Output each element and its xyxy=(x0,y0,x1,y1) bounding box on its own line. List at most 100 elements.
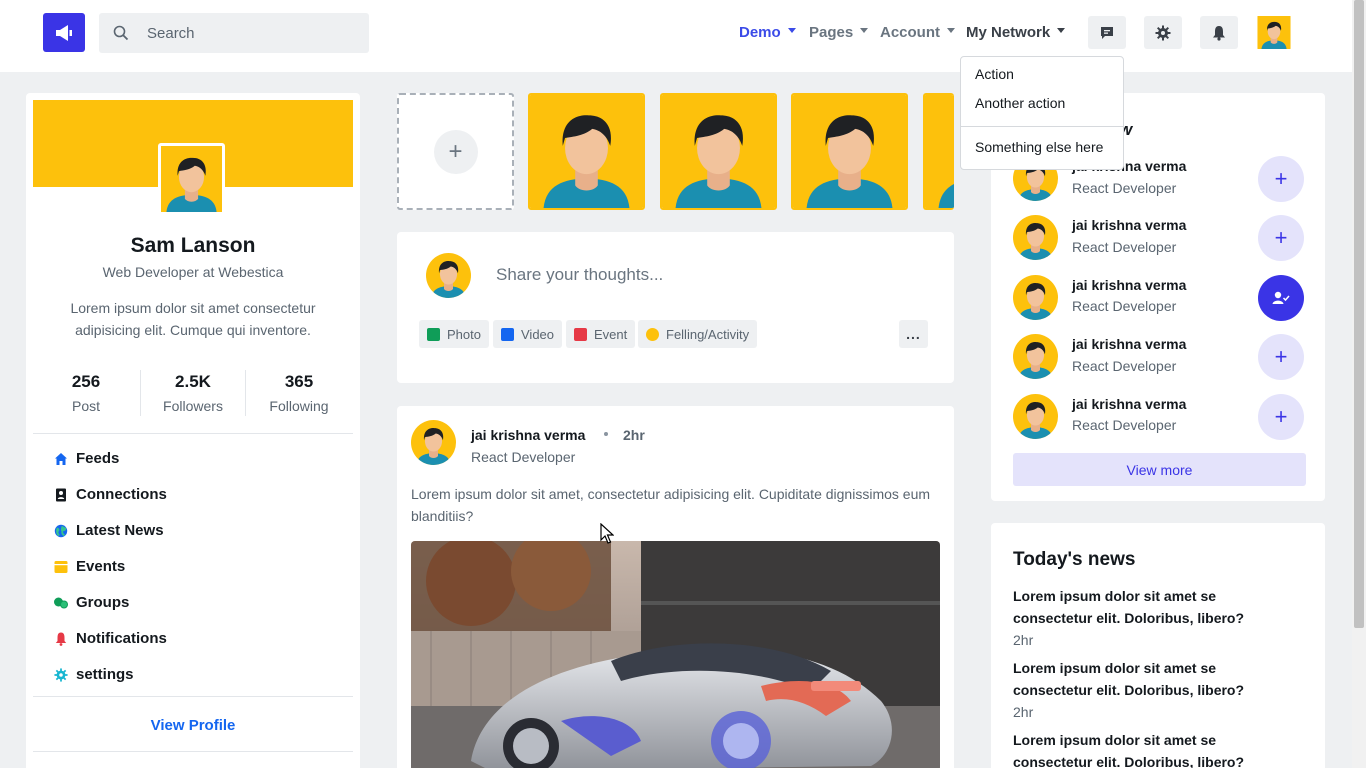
stat-posts: 256 Post xyxy=(71,372,101,414)
groups-icon xyxy=(53,595,69,611)
globe-icon xyxy=(53,523,69,539)
plus-icon: + xyxy=(433,129,478,174)
person-name[interactable]: jai krishna verma xyxy=(1072,396,1186,412)
sidebar-item-connections[interactable]: Connections xyxy=(53,486,167,503)
avatar[interactable] xyxy=(411,420,456,465)
story-item[interactable] xyxy=(923,93,954,210)
share-card xyxy=(397,232,954,383)
profile-name[interactable]: Sam Lanson xyxy=(26,234,360,258)
post-author[interactable]: jai krishna verma xyxy=(471,427,585,443)
nav-demo[interactable]: Demo xyxy=(739,0,796,64)
following-button[interactable] xyxy=(1258,275,1304,321)
stat-following: 365 Following xyxy=(269,372,329,414)
messages-button[interactable] xyxy=(1088,16,1126,49)
avatar[interactable] xyxy=(1013,394,1058,439)
search-input[interactable]: Search xyxy=(147,25,195,42)
profile-avatar[interactable] xyxy=(158,143,225,215)
bell-icon xyxy=(1213,25,1225,41)
user-check-icon xyxy=(1272,291,1290,304)
event-button[interactable]: Event xyxy=(566,320,636,348)
profile-divider xyxy=(33,696,353,697)
avatar[interactable] xyxy=(1013,334,1058,379)
mouse-cursor xyxy=(600,523,614,544)
avatar[interactable] xyxy=(1013,215,1058,260)
sidebar-item-feeds[interactable]: Feeds xyxy=(53,450,119,467)
home-icon xyxy=(53,451,69,467)
story-item[interactable] xyxy=(528,93,645,210)
sidebar-item-settings[interactable]: settings xyxy=(53,666,134,683)
settings-button[interactable] xyxy=(1144,16,1182,49)
person-role: React Developer xyxy=(1072,298,1177,314)
user-avatar[interactable] xyxy=(1255,16,1293,49)
profile-role: Web Developer at Webestica xyxy=(102,264,284,280)
nav-my-network[interactable]: My Network xyxy=(966,0,1066,64)
chevron-down-icon xyxy=(860,27,869,33)
share-input[interactable]: Share your thoughts... xyxy=(496,265,663,285)
megaphone-icon xyxy=(56,24,72,41)
separator-dot xyxy=(604,432,608,436)
avatar[interactable] xyxy=(426,253,471,298)
sidebar-item-groups[interactable]: Groups xyxy=(53,594,129,611)
person-name[interactable]: jai krishna verma xyxy=(1072,336,1186,352)
stat-divider xyxy=(245,370,246,416)
more-options-button[interactable]: ... xyxy=(899,320,928,348)
nav-account[interactable]: Account xyxy=(880,0,955,64)
dropdown-item-action[interactable]: Action xyxy=(975,66,1014,82)
news-headline[interactable]: Lorem ipsum dolor sit amet se consectetu… xyxy=(1013,585,1293,629)
search-bar[interactable]: Search xyxy=(99,13,369,53)
nav-pages[interactable]: Pages xyxy=(809,0,869,64)
plus-icon: + xyxy=(1274,166,1288,191)
video-button[interactable]: Video xyxy=(493,320,563,348)
profile-bio: Lorem ipsum dolor sit amet consectetur a… xyxy=(70,300,316,338)
avatar[interactable] xyxy=(1013,275,1058,320)
person-name[interactable]: jai krishna verma xyxy=(1072,217,1186,233)
smiley-icon xyxy=(646,327,659,341)
news-title: Today's news xyxy=(1013,549,1136,570)
person-role: React Developer xyxy=(1072,417,1177,433)
story-item[interactable] xyxy=(791,93,908,210)
brand-logo[interactable] xyxy=(43,13,85,52)
news-time: 2hr xyxy=(1013,704,1034,720)
follow-button[interactable]: + xyxy=(1258,156,1304,202)
chevron-down-icon xyxy=(787,27,796,33)
post-image[interactable] xyxy=(411,541,940,768)
chat-icon xyxy=(1101,26,1113,39)
chevron-down-icon xyxy=(947,27,955,33)
dropdown-item-another-action[interactable]: Another action xyxy=(975,95,1065,111)
scrollbar-thumb[interactable] xyxy=(1354,0,1364,628)
news-headline[interactable]: Lorem ipsum dolor sit amet se consectetu… xyxy=(1013,729,1293,768)
gear-icon xyxy=(1155,25,1171,40)
calendar-icon xyxy=(53,559,69,575)
story-item[interactable] xyxy=(660,93,777,210)
person-role: React Developer xyxy=(1072,239,1177,255)
person-role: React Developer xyxy=(1072,358,1177,374)
dropdown-item-something-else[interactable]: Something else here xyxy=(975,139,1103,155)
add-story-button[interactable]: + xyxy=(397,93,514,210)
plus-icon: + xyxy=(1274,344,1288,369)
follow-button[interactable]: + xyxy=(1258,215,1304,261)
video-icon xyxy=(501,327,514,341)
sidebar-item-latest-news[interactable]: Latest News xyxy=(53,522,164,539)
follow-button[interactable]: + xyxy=(1258,394,1304,440)
view-more-button[interactable]: View more xyxy=(1013,453,1306,486)
post-author-role: React Developer xyxy=(471,449,576,465)
sidebar-item-notifications[interactable]: Notifications xyxy=(53,630,167,647)
person-name[interactable]: jai krishna verma xyxy=(1072,277,1186,293)
profile-divider xyxy=(33,751,353,752)
profile-divider xyxy=(33,433,353,434)
contact-book-icon xyxy=(53,487,69,503)
view-profile-link[interactable]: View Profile xyxy=(26,717,360,734)
calendar-icon xyxy=(574,327,587,341)
follow-button[interactable]: + xyxy=(1258,334,1304,380)
photo-button[interactable]: Photo xyxy=(419,320,489,348)
stat-followers: 2.5K Followers xyxy=(163,372,223,414)
gear-icon xyxy=(53,667,69,683)
search-icon xyxy=(113,25,129,41)
plus-icon: + xyxy=(1274,404,1288,429)
bell-icon xyxy=(53,631,69,647)
sidebar-item-events[interactable]: Events xyxy=(53,558,125,575)
notifications-button[interactable] xyxy=(1200,16,1238,49)
post-time: 2hr xyxy=(623,427,645,443)
news-headline[interactable]: Lorem ipsum dolor sit amet se consectetu… xyxy=(1013,657,1293,701)
feeling-activity-button[interactable]: Felling/Activity xyxy=(638,320,758,348)
